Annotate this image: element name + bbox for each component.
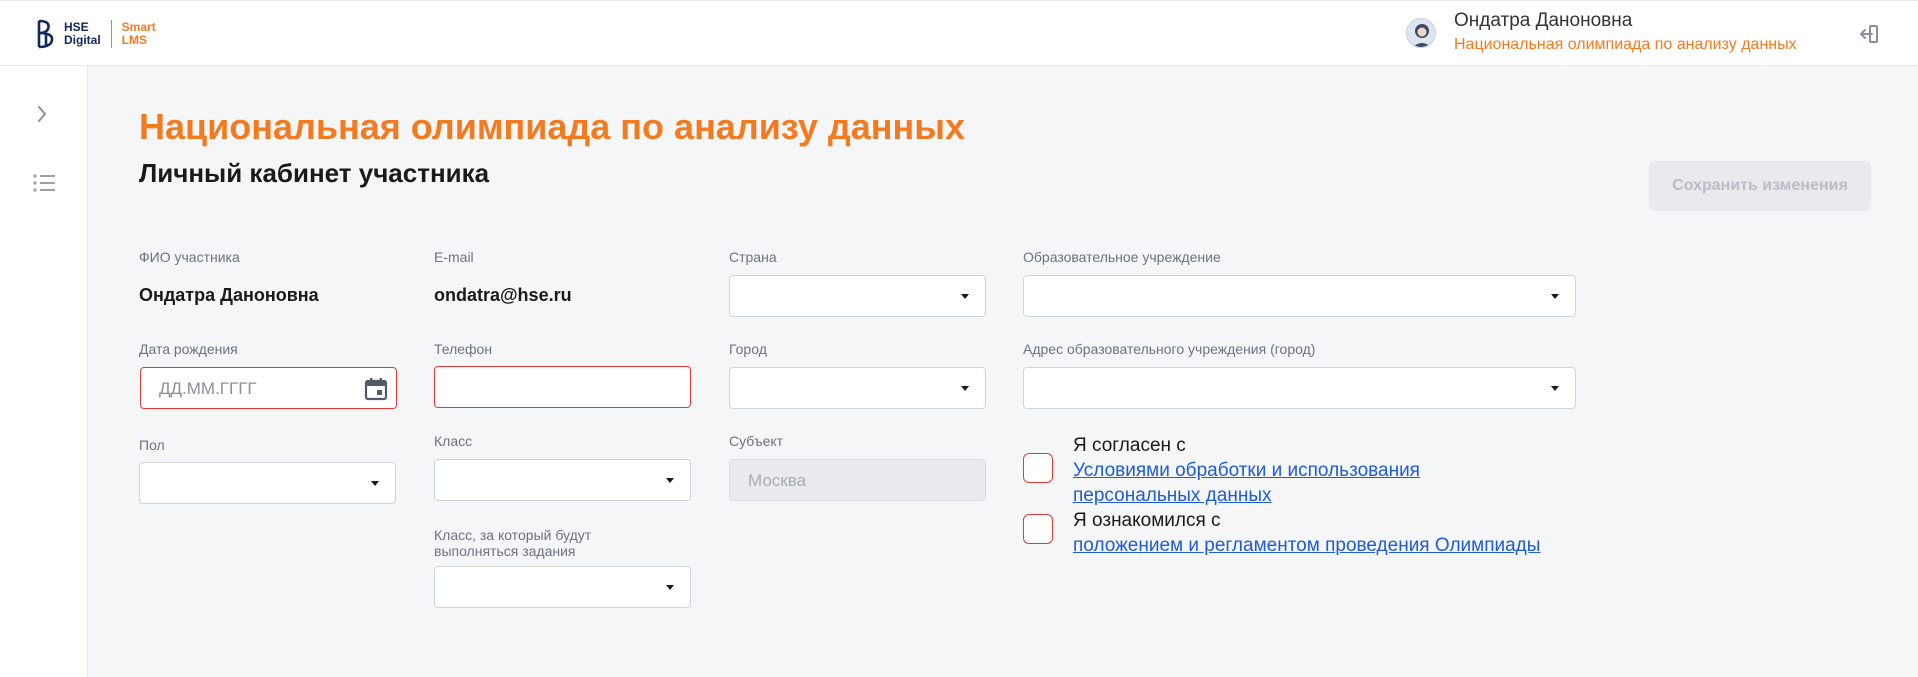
personal-data-consent-prefix: Я согласен с (1073, 435, 1186, 456)
save-changes-button[interactable]: Сохранить изменения (1649, 161, 1871, 211)
subject-field: Москва (729, 459, 986, 501)
page-subtitle: Личный кабинет участника (139, 158, 490, 188)
grade-select[interactable] (434, 459, 691, 501)
caret-down-icon (1551, 386, 1559, 391)
phone-input[interactable] (434, 366, 691, 408)
caret-down-icon (961, 386, 969, 391)
birth-date-label: Дата рождения (139, 341, 238, 357)
logo-wordmark: HSE Digital (64, 21, 101, 47)
birth-date-placeholder: ДД.ММ.ГГГГ (159, 379, 257, 398)
caret-down-icon (1551, 294, 1559, 299)
personal-data-consent-checkbox[interactable] (1023, 453, 1053, 483)
logo-smart-2: LMS (121, 33, 148, 47)
page-title: Национальная олимпиада по анализу данных (139, 106, 965, 147)
left-sidebar (0, 66, 88, 677)
logout-icon[interactable] (1858, 23, 1880, 45)
edu-address-select[interactable] (1023, 367, 1576, 409)
user-menu[interactable]: Ондатра Даноновна Национальная олимпиада… (1406, 9, 1797, 57)
task-grade-select[interactable] (434, 566, 691, 608)
personal-data-terms-link-2[interactable]: персональных данных (1073, 483, 1420, 508)
personal-data-terms-link-1[interactable]: Условиями обработки и использования (1073, 458, 1420, 483)
user-avatar[interactable] (1406, 18, 1436, 48)
caret-down-icon (961, 294, 969, 299)
country-label: Страна (729, 249, 777, 265)
rules-consent-prefix: Я ознакомился с (1073, 510, 1221, 531)
grade-label: Класс (434, 433, 473, 449)
gender-select[interactable] (139, 462, 396, 504)
rules-consent-text: Я ознакомился с положением и регламентом… (1073, 508, 1540, 558)
city-select[interactable] (729, 367, 986, 409)
top-header: HSE Digital Smart LMS Ондатра Даноновна … (0, 0, 1918, 66)
birth-date-field[interactable]: ДД.ММ.ГГГГ (140, 367, 397, 409)
subject-label: Субъект (729, 433, 784, 449)
task-grade-label: Класс, за который будут выполняться зада… (434, 527, 591, 559)
email-value: ondatra@hse.ru (434, 285, 572, 305)
user-name: Ондатра Даноновна (1454, 10, 1633, 31)
user-info: Ондатра Даноновна Национальная олимпиада… (1454, 9, 1797, 57)
avatar-person-icon (1413, 24, 1431, 47)
calendar-icon[interactable] (364, 377, 388, 401)
country-select[interactable] (729, 275, 986, 317)
gender-label: Пол (139, 437, 165, 453)
city-label: Город (729, 341, 767, 357)
task-grade-label-line-1: Класс, за который будут (434, 527, 592, 543)
rules-consent-checkbox[interactable] (1023, 514, 1053, 544)
hse-logo[interactable]: HSE Digital Smart LMS (36, 17, 156, 51)
logo-line-2: Digital (64, 33, 101, 47)
personal-data-consent-text: Я согласен с Условиями обработки и испол… (1073, 433, 1420, 508)
caret-down-icon (666, 585, 674, 590)
user-course[interactable]: Национальная олимпиада по анализу данных (1454, 33, 1797, 57)
subject-field-value: Москва (748, 471, 807, 490)
phone-label: Телефон (434, 341, 493, 357)
caret-down-icon (371, 481, 379, 486)
email-label: E-mail (434, 249, 474, 265)
fio-label: ФИО участника (139, 249, 240, 265)
logo-divider (110, 20, 112, 48)
hse-logo-icon (37, 19, 54, 49)
olympiad-rules-link[interactable]: положением и регламентом проведения Олим… (1073, 533, 1540, 558)
list-icon[interactable] (32, 172, 56, 194)
task-grade-label-line-2: выполняться задания (434, 543, 576, 559)
caret-down-icon (666, 478, 674, 483)
logo-smart-lms: Smart LMS (122, 21, 156, 47)
fio-value: Ондатра Даноновна (139, 285, 319, 305)
edu-label: Образовательное учреждение (1023, 249, 1221, 265)
edu-select[interactable] (1023, 275, 1576, 317)
chevron-right-icon[interactable] (34, 102, 50, 126)
edu-address-label: Адрес образовательного учреждения (город… (1023, 341, 1316, 357)
